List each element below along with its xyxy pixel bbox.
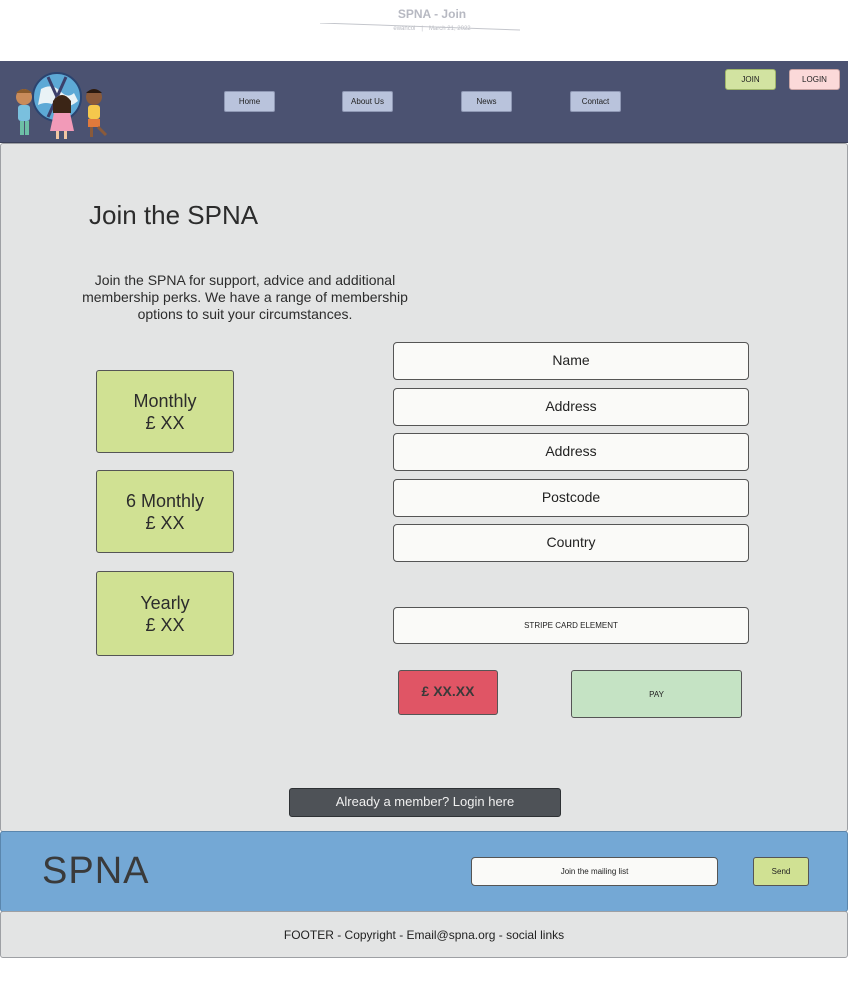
- document-date: March 21, 2022: [428, 26, 471, 32]
- plan-price: £ XX: [145, 412, 185, 433]
- document-meta: ewancol | March 21, 2022: [0, 26, 864, 32]
- login-link-button[interactable]: Already a member? Login here: [289, 788, 561, 817]
- address-line-1-field[interactable]: Address: [393, 388, 749, 426]
- plan-price: £ XX: [145, 614, 185, 635]
- nav-home[interactable]: Home: [224, 91, 275, 112]
- address-line-2-field[interactable]: Address: [393, 433, 749, 471]
- mailing-list-input[interactable]: Join the mailing list: [471, 857, 718, 886]
- join-button[interactable]: JOIN: [725, 69, 776, 90]
- main-content: Join the SPNA Join the SPNA for support,…: [0, 143, 848, 832]
- nav-contact[interactable]: Contact: [570, 91, 621, 112]
- nav-about-us[interactable]: About Us: [342, 91, 393, 112]
- pay-button[interactable]: PAY: [571, 670, 742, 718]
- total-price-display: £ XX.XX: [398, 670, 498, 715]
- postcode-field[interactable]: Postcode: [393, 479, 749, 517]
- plan-price: £ XX: [145, 512, 185, 533]
- logo-children-globe-image[interactable]: [8, 67, 112, 141]
- meta-separator: |: [421, 26, 423, 32]
- brand-wordmark: SPNA: [42, 850, 150, 892]
- site-header: Home About Us News Contact JOIN LOGIN: [0, 61, 848, 143]
- plan-yearly-card[interactable]: Yearly £ XX: [96, 571, 234, 656]
- document-author: ewancol: [393, 26, 416, 32]
- document-title: SPNA - Join: [397, 7, 467, 21]
- page-title: Join the SPNA: [89, 200, 259, 230]
- login-button[interactable]: LOGIN: [789, 69, 840, 90]
- intro-text: Join the SPNA for support, advice and ad…: [82, 272, 408, 322]
- newsletter-band: SPNA Join the mailing list Send: [0, 831, 848, 912]
- site-footer: FOOTER - Copyright - Email@spna.org - so…: [0, 911, 848, 958]
- plan-monthly-card[interactable]: Monthly £ XX: [96, 370, 234, 453]
- plan-6-monthly-card[interactable]: 6 Monthly £ XX: [96, 470, 234, 553]
- page: SPNA - Join ewancol | March 21, 2022 Hom…: [0, 0, 864, 984]
- send-button[interactable]: Send: [753, 857, 809, 886]
- plan-name: 6 Monthly: [125, 490, 205, 511]
- country-field[interactable]: Country: [393, 524, 749, 562]
- name-field[interactable]: Name: [393, 342, 749, 380]
- plan-name: Monthly: [133, 390, 197, 411]
- nav-news[interactable]: News: [461, 91, 512, 112]
- plan-name: Yearly: [140, 592, 190, 613]
- footer-text: FOOTER - Copyright - Email@spna.org - so…: [283, 927, 565, 942]
- stripe-card-element[interactable]: STRIPE CARD ELEMENT: [393, 607, 749, 644]
